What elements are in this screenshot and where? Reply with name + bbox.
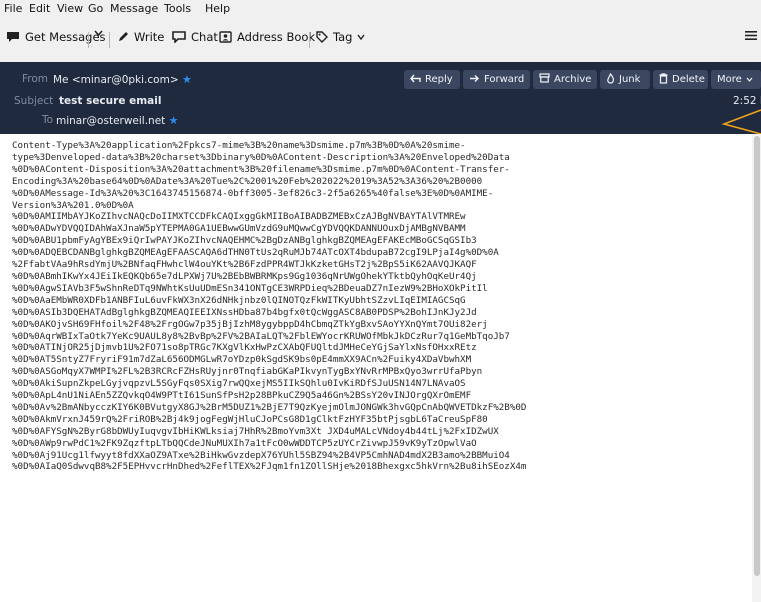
archive-label: Archive — [554, 74, 592, 85]
more-label: More — [717, 74, 742, 85]
body-line: %0D%0AkmVrxnJ459rQ%2FriROB%2Bj4k9jogFegW… — [12, 413, 488, 425]
body-line: %0D%0ApL4nU1NiAEn5ZZQvkqO4W9PTtI61SunSfP… — [12, 390, 472, 402]
junk-button[interactable]: Junk — [600, 70, 650, 89]
body-line: Encoding%3A%20base64%0D%0ADate%3A%20Tue%… — [12, 175, 483, 187]
body-line: %0D%0AT5SntyZ7FryriF91m7dZaL656ODMGLwR7o… — [12, 354, 472, 366]
address-book-button[interactable]: Address Book — [219, 30, 315, 44]
chevron-down-icon — [94, 30, 103, 36]
subject-value: test secure email — [59, 95, 162, 107]
forward-label: Forward — [484, 74, 525, 85]
from-label: From — [22, 73, 49, 85]
message-body-pane: Content-Type%3A%20application%2Fpkcs7-mi… — [0, 134, 761, 602]
chevron-down-icon — [357, 34, 366, 40]
main-toolbar: Get Messages Write Chat Address Book Tag — [0, 18, 761, 63]
body-line: %0D%0AkiSupnZkpeLGyjvqpzvL5SGyFqs0SXig7r… — [12, 378, 466, 390]
menu-file[interactable]: File — [4, 2, 22, 15]
chat-icon — [172, 31, 186, 43]
body-line: %0D%0ASGoMqyX7WMPI%2FL%2B3RCRcFZHsRUyjnr… — [12, 366, 483, 378]
body-line: %2FfabtVAa9hRsdYmjU%2BNfaqFHwhclW4ouYKt%… — [12, 259, 477, 271]
body-line: %0D%0AaEMbWR0XDFb1ANBFIuL6uvFkWX3nX26dNH… — [12, 294, 466, 306]
star-icon[interactable]: ★ — [182, 73, 192, 86]
chevron-down-icon — [746, 74, 753, 85]
address-book-icon — [219, 31, 232, 43]
body-line: %0D%0Aj91Ucg1lfwyyt8fdXXaOZ9ATxe%2BiHkwG… — [12, 449, 510, 461]
body-line: Version%3A%201.0%0D%0A — [12, 199, 134, 211]
star-icon[interactable]: ★ — [169, 114, 179, 127]
archive-button[interactable]: Archive — [533, 70, 597, 89]
body-line: %0D%0ADQEBCDANBglghkgBZQMEAgEFAASCAQA6dT… — [12, 247, 499, 259]
message-header: From Me <minar@0pki.com> ★ Reply Forward… — [0, 62, 761, 134]
from-value: Me <minar@0pki.com> — [53, 74, 179, 86]
vertical-scrollbar[interactable] — [752, 134, 761, 602]
chat-label: Chat — [191, 30, 218, 44]
body-line: %0D%0AIaQ0SdwvqB8%2F5EPHvvcrHnDhed%2Fefl… — [12, 461, 527, 473]
body-line: %0D%0ASIb3DQEHATAdBglghkgBZQMEAQIEEIXNss… — [12, 306, 477, 318]
body-line: %0D%0AKOjvSH69FHfoil%2F48%2FrgOGw7p35jBj… — [12, 318, 488, 330]
message-body[interactable]: Content-Type%3A%20application%2Fpkcs7-mi… — [12, 140, 750, 602]
scrollbar-thumb[interactable] — [754, 136, 760, 576]
menu-view[interactable]: View — [57, 2, 83, 15]
body-line: %0D%0ABU1pbmFyAgYBEx9iQrIwPAYJKoZIhvcNAQ… — [12, 235, 477, 247]
junk-label: Junk — [619, 74, 641, 85]
reply-label: Reply — [425, 74, 453, 85]
annotation-arrow-icon — [721, 109, 761, 135]
body-line: %0D%0ABmhIKwYx4JEiIkEQKQb65e7dLPXWj7U%2B… — [12, 270, 477, 282]
body-line: %0D%0Av%2BmANbycczKIY6K0BVutgyX8GJ%2BrM5… — [12, 401, 527, 413]
write-label: Write — [134, 30, 165, 44]
body-line: %0D%0ADwYDVQQIDAhWaXJnaW5pYTEPMA0GA1UEBw… — [12, 223, 466, 235]
get-messages-icon — [6, 31, 20, 43]
address-book-label: Address Book — [237, 30, 316, 44]
body-line: %0D%0AFYSgN%2ByrG8bDWUyIuqvgvIbHiKWLksia… — [12, 425, 499, 437]
toolbar-divider — [309, 32, 310, 48]
to-address[interactable]: minar@osterweil.net ★ — [56, 114, 179, 127]
archive-icon — [539, 73, 550, 86]
more-button[interactable]: More — [711, 70, 761, 89]
tag-icon — [316, 31, 328, 43]
chat-button[interactable]: Chat — [172, 30, 218, 44]
write-button[interactable]: Write — [117, 30, 164, 44]
forward-arrow-icon — [469, 74, 480, 86]
body-line: %0D%0ATINjOR25jDjmvb1U%2FO71so8pTRGc7KXg… — [12, 342, 477, 354]
menu-bar: File Edit View Go Message Tools Help — [0, 0, 761, 18]
body-line: %0D%0AMessage-Id%3A%20%3C1643745156874-0… — [12, 187, 494, 199]
body-line: %0D%0AContent-Disposition%3A%20attachmen… — [12, 163, 510, 175]
delete-label: Delete — [672, 74, 705, 85]
menu-go[interactable]: Go — [88, 2, 103, 15]
reply-icon — [410, 74, 421, 86]
trash-icon — [659, 72, 668, 87]
tag-button[interactable]: Tag — [316, 30, 366, 44]
forward-button[interactable]: Forward — [463, 70, 530, 89]
hamburger-menu-icon — [745, 30, 757, 41]
delete-button[interactable]: Delete — [653, 70, 708, 89]
pencil-icon — [117, 31, 129, 43]
subject-label: Subject — [14, 95, 54, 107]
menu-tools[interactable]: Tools — [164, 2, 191, 15]
to-label: To — [42, 114, 54, 126]
from-address[interactable]: Me <minar@0pki.com> ★ — [53, 73, 192, 86]
get-messages-button[interactable]: Get Messages — [6, 30, 106, 44]
menu-message[interactable]: Message — [110, 2, 158, 15]
body-line: %0D%0AMIIMbAYJKoZIhvcNAQcDoIIMXTCCDFkCAQ… — [12, 211, 466, 223]
body-line: type%3Denveloped-data%3B%20charset%3Dbin… — [12, 151, 510, 163]
get-messages-dropdown[interactable] — [94, 30, 103, 36]
reply-button[interactable]: Reply — [404, 70, 460, 89]
menu-help[interactable]: Help — [205, 2, 230, 15]
toolbar-divider — [109, 32, 110, 48]
toolbar-divider — [88, 32, 89, 48]
body-line: %0D%0AgwSIAVb3F5wShnReDTq9NWhtKsUuUDmESn… — [12, 282, 488, 294]
menu-edit[interactable]: Edit — [29, 2, 50, 15]
body-line: %0D%0AWp9rwPdC1%2FK9ZqzftpLTbQQCdeJNuMUX… — [12, 437, 477, 449]
body-line: Content-Type%3A%20application%2Fpkcs7-mi… — [12, 140, 466, 151]
tag-label: Tag — [333, 30, 353, 44]
to-value: minar@osterweil.net — [56, 115, 166, 127]
body-line: %0D%0AqrWBIxTaOtk7YeKc9UAUL8y8%2BvBp%2FV… — [12, 330, 510, 342]
flame-icon — [606, 72, 615, 87]
app-menu-button[interactable] — [745, 30, 757, 41]
